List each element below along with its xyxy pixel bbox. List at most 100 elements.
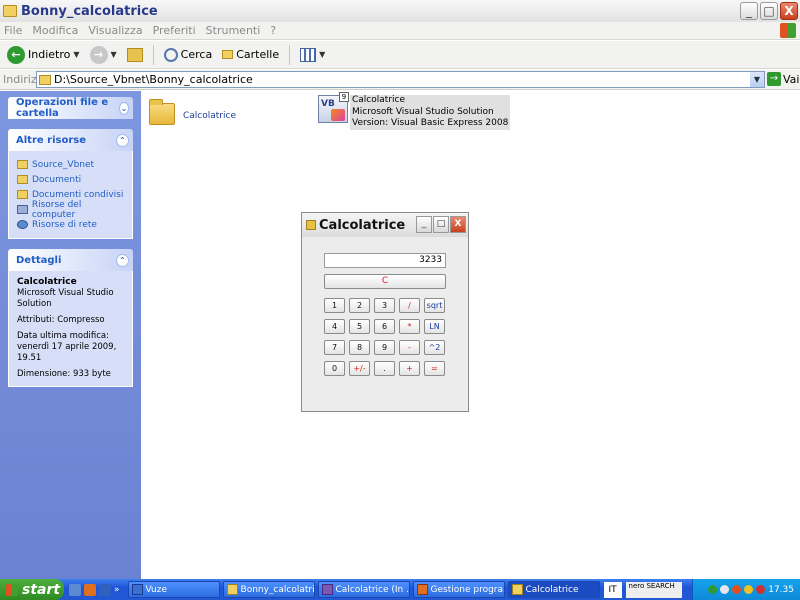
sidebar-item-source-vbnet[interactable]: Source_Vbnet <box>17 157 126 172</box>
expand-chevron-icon[interactable]: ⌄ <box>118 101 129 115</box>
language-indicator[interactable]: IT <box>603 581 622 598</box>
file-item-solution[interactable]: VB 9 Calcolatrice Microsoft Visual Studio… <box>318 92 511 130</box>
minimize-button[interactable]: _ <box>740 2 758 20</box>
file-ops-panel: Operazioni file e cartella ⌄ <box>8 97 133 119</box>
details-title: Dettagli <box>16 254 62 266</box>
menu-help[interactable]: ? <box>270 24 276 37</box>
folders-button[interactable]: Cartelle <box>219 46 282 63</box>
search-button[interactable]: Cerca <box>161 46 216 64</box>
quick-launch: » <box>69 583 120 596</box>
toolbar-separator <box>152 44 154 65</box>
task-label: Vuze <box>145 584 168 595</box>
key-8[interactable]: 8 <box>349 340 370 355</box>
chevron-right-icon[interactable]: » <box>114 585 120 595</box>
key-0[interactable]: 0 <box>324 361 345 376</box>
details-size: Dimensione: 933 byte <box>17 369 111 379</box>
key-square[interactable]: ^2 <box>424 340 445 355</box>
key-1[interactable]: 1 <box>324 298 345 313</box>
address-path: D:\Source_Vbnet\Bonny_calcolatrice <box>54 73 253 86</box>
key-6[interactable]: 6 <box>374 319 395 334</box>
clear-button[interactable]: C <box>324 274 446 289</box>
key-7[interactable]: 7 <box>324 340 345 355</box>
details-modified: Data ultima modifica: venerdì 17 aprile … <box>17 331 117 363</box>
task-pane: Operazioni file e cartella ⌄ Altre risor… <box>0 91 141 579</box>
key-5[interactable]: 5 <box>349 319 370 334</box>
key-equals[interactable]: = <box>424 361 445 376</box>
file-item-folder[interactable]: Calcolatrice <box>149 99 236 125</box>
calculator-window: Calcolatrice _ □ X 3233 C 1 2 3 / sqrt 4… <box>301 212 469 412</box>
key-sign[interactable]: +/- <box>349 361 370 376</box>
menu-preferiti[interactable]: Preferiti <box>153 24 196 37</box>
key-minus[interactable]: - <box>399 340 420 355</box>
tray-arrow-icon[interactable] <box>708 585 718 594</box>
key-decimal[interactable]: . <box>374 361 395 376</box>
key-plus[interactable]: + <box>399 361 420 376</box>
system-tray: 17.35 <box>692 579 800 600</box>
key-divide[interactable]: / <box>399 298 420 313</box>
clock[interactable]: 17.35 <box>768 585 794 595</box>
show-desktop-icon[interactable] <box>69 583 81 596</box>
back-button[interactable]: ← Indietro ▼ <box>4 44 83 66</box>
tray-network-icon[interactable] <box>744 585 754 594</box>
search-label: Cerca <box>180 48 213 61</box>
calc-minimize-button[interactable]: _ <box>416 216 432 233</box>
calculator-display[interactable]: 3233 <box>324 253 446 268</box>
visual-studio-solution-icon: VB 9 <box>318 92 349 123</box>
menu-modifica[interactable]: Modifica <box>32 24 78 37</box>
start-button[interactable]: start <box>0 579 64 600</box>
file-list-area[interactable]: Calcolatrice VB 9 Calcolatrice Microsoft … <box>141 91 800 579</box>
collapse-chevron-icon[interactable]: ⌃ <box>116 253 129 267</box>
task-vuze[interactable]: Vuze <box>127 581 220 598</box>
up-folder-button[interactable] <box>124 46 146 64</box>
details-body: Calcolatrice Microsoft Visual Studio Sol… <box>8 271 133 387</box>
task-label: Bonny_calcolatrice <box>240 584 315 595</box>
go-button[interactable]: → Vai <box>767 72 799 86</box>
key-ln[interactable]: LN <box>424 319 445 334</box>
close-button[interactable]: X <box>780 2 798 20</box>
maximize-button[interactable]: □ <box>760 2 778 20</box>
firefox-icon[interactable] <box>84 583 96 596</box>
key-4[interactable]: 4 <box>324 319 345 334</box>
chevron-down-icon[interactable]: ▼ <box>73 50 79 59</box>
chevron-down-icon[interactable]: ▼ <box>111 50 117 59</box>
app-icon <box>511 584 523 595</box>
sidebar-item-risorse-computer[interactable]: Risorse del computer <box>17 200 126 220</box>
key-sqrt[interactable]: sqrt <box>424 298 445 313</box>
menu-strumenti[interactable]: Strumenti <box>206 24 261 37</box>
tray-app-icon[interactable] <box>720 585 730 594</box>
forward-arrow-icon: → <box>89 45 108 64</box>
key-multiply[interactable]: * <box>399 319 420 334</box>
other-places-header[interactable]: Altre risorse ⌃ <box>8 129 133 151</box>
details-type: Microsoft Visual Studio Solution <box>17 288 114 309</box>
key-2[interactable]: 2 <box>349 298 370 313</box>
menu-visualizza[interactable]: Visualizza <box>88 24 142 37</box>
address-input[interactable]: D:\Source_Vbnet\Bonny_calcolatrice ▼ <box>36 71 765 88</box>
forward-button[interactable]: → ▼ <box>87 44 120 66</box>
vuze-icon[interactable] <box>99 583 111 596</box>
shared-folder-icon <box>17 190 28 199</box>
back-arrow-icon: ← <box>7 45 25 64</box>
file-ops-header[interactable]: Operazioni file e cartella ⌄ <box>8 97 133 119</box>
sidebar-item-documenti[interactable]: Documenti <box>17 172 126 187</box>
task-calcolatrice-app[interactable]: Calcolatrice <box>507 581 600 598</box>
sidebar-item-label: Documenti condivisi <box>32 189 124 200</box>
calculator-title-bar[interactable]: Calcolatrice _ □ X <box>302 213 468 237</box>
task-bonny-calcolatrice[interactable]: Bonny_calcolatrice <box>222 581 315 598</box>
key-3[interactable]: 3 <box>374 298 395 313</box>
task-gestione-programmi[interactable]: Gestione progra... <box>412 581 505 598</box>
views-button[interactable]: ▼ <box>297 46 328 64</box>
tray-shield-icon[interactable] <box>732 585 742 594</box>
windows-logo-icon <box>6 583 18 596</box>
tray-antivirus-icon[interactable] <box>756 585 766 594</box>
details-header[interactable]: Dettagli ⌃ <box>8 249 133 271</box>
collapse-chevron-icon[interactable]: ⌃ <box>116 133 129 147</box>
key-9[interactable]: 9 <box>374 340 395 355</box>
chevron-down-icon[interactable]: ▼ <box>750 72 764 87</box>
nero-search-box[interactable]: nero SEARCH <box>625 581 682 598</box>
menu-file[interactable]: File <box>4 24 22 37</box>
taskbar: start » Vuze Bonny_calcolatrice Calcolat… <box>0 579 800 600</box>
calc-close-button[interactable]: X <box>450 216 466 233</box>
calc-maximize-button[interactable]: □ <box>433 216 449 233</box>
task-calcolatrice-ide[interactable]: Calcolatrice (In ... <box>317 581 410 598</box>
window-controls: _ □ X <box>740 2 798 20</box>
